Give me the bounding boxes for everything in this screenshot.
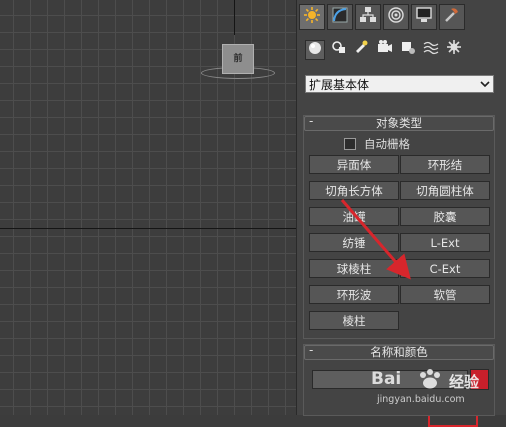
watermark-brand-right: 经验 (449, 373, 480, 391)
grid-axis-vertical (234, 0, 235, 35)
hose-button[interactable]: 软管 (400, 285, 490, 304)
geometry-icon (307, 40, 323, 60)
display-icon (415, 6, 433, 28)
subcategory-systems[interactable] (445, 40, 463, 58)
autogrid-row[interactable]: 自动栅格 (344, 136, 410, 152)
chamfer-box-button[interactable]: 切角长方体 (309, 181, 399, 200)
subcategory-helpers[interactable] (399, 40, 417, 58)
oil-tank-button[interactable]: 油罐 (309, 207, 399, 226)
create-icon (303, 6, 321, 28)
category-dropdown-value: 扩展基本体 (309, 78, 370, 92)
create-subcategories (305, 40, 463, 60)
cameras-icon (377, 39, 393, 59)
tab-display[interactable] (411, 4, 437, 30)
gengon-button[interactable]: 球棱柱 (309, 259, 399, 278)
torus-knot-button[interactable]: 环形结 (400, 155, 490, 174)
utilities-icon (443, 6, 461, 28)
subcategory-space-warps[interactable] (422, 40, 440, 58)
hedra-button[interactable]: 异面体 (309, 155, 399, 174)
baidu-paw-icon (420, 369, 440, 389)
ring-wave-button[interactable]: 环形波 (309, 285, 399, 304)
tab-create[interactable] (299, 4, 325, 30)
watermark-brand-left: Bai (371, 369, 402, 389)
rollout-title: 名称和颜色 (370, 345, 428, 359)
shapes-icon (331, 39, 347, 59)
tab-utilities[interactable] (439, 4, 465, 30)
subcategory-shapes[interactable] (330, 40, 348, 58)
object-type-rollout: - 对象类型 自动栅格 异面体 环形结 切角长方体 切角圆柱体 油罐 胶囊 纺锤… (303, 114, 495, 427)
motion-icon (387, 6, 405, 28)
prism-button[interactable]: 棱柱 (309, 311, 399, 330)
autogrid-label: 自动栅格 (364, 137, 410, 151)
command-panel-tabs (299, 4, 465, 30)
viewcube[interactable]: 前 (222, 44, 254, 74)
grid-axis-horizontal (0, 228, 296, 229)
name-color-rollout-header[interactable]: - 名称和颜色 (304, 343, 494, 360)
perspective-viewport[interactable]: 前 (0, 0, 296, 415)
watermark-url: jingyan.baidu.com (377, 394, 465, 405)
hierarchy-icon (359, 6, 377, 28)
l-ext-button[interactable]: L-Ext (400, 233, 490, 252)
tab-motion[interactable] (383, 4, 409, 30)
helpers-icon (400, 39, 416, 59)
command-panel: 扩展基本体 - 对象类型 自动栅格 异面体 环形结 切角长方体 切角圆柱体 油罐… (296, 0, 506, 427)
systems-icon (446, 39, 462, 59)
autogrid-checkbox[interactable] (344, 138, 356, 150)
chevron-down-icon[interactable] (477, 76, 493, 92)
capsule-button[interactable]: 胶囊 (400, 207, 490, 226)
modify-icon (331, 6, 349, 28)
chamfer-cylinder-button[interactable]: 切角圆柱体 (400, 181, 490, 200)
space-warps-icon (423, 39, 439, 59)
spindle-button[interactable]: 纺锤 (309, 233, 399, 252)
c-ext-button[interactable]: C-Ext (400, 259, 490, 278)
subcategory-geometry[interactable] (305, 40, 325, 60)
subcategory-lights[interactable] (353, 40, 371, 58)
tab-hierarchy[interactable] (355, 4, 381, 30)
tab-modify[interactable] (327, 4, 353, 30)
rollout-title: 对象类型 (376, 116, 422, 130)
category-dropdown[interactable]: 扩展基本体 (305, 75, 494, 93)
object-type-rollout-header[interactable]: - 对象类型 (304, 114, 494, 131)
subcategory-cameras[interactable] (376, 40, 394, 58)
lights-icon (354, 39, 370, 59)
